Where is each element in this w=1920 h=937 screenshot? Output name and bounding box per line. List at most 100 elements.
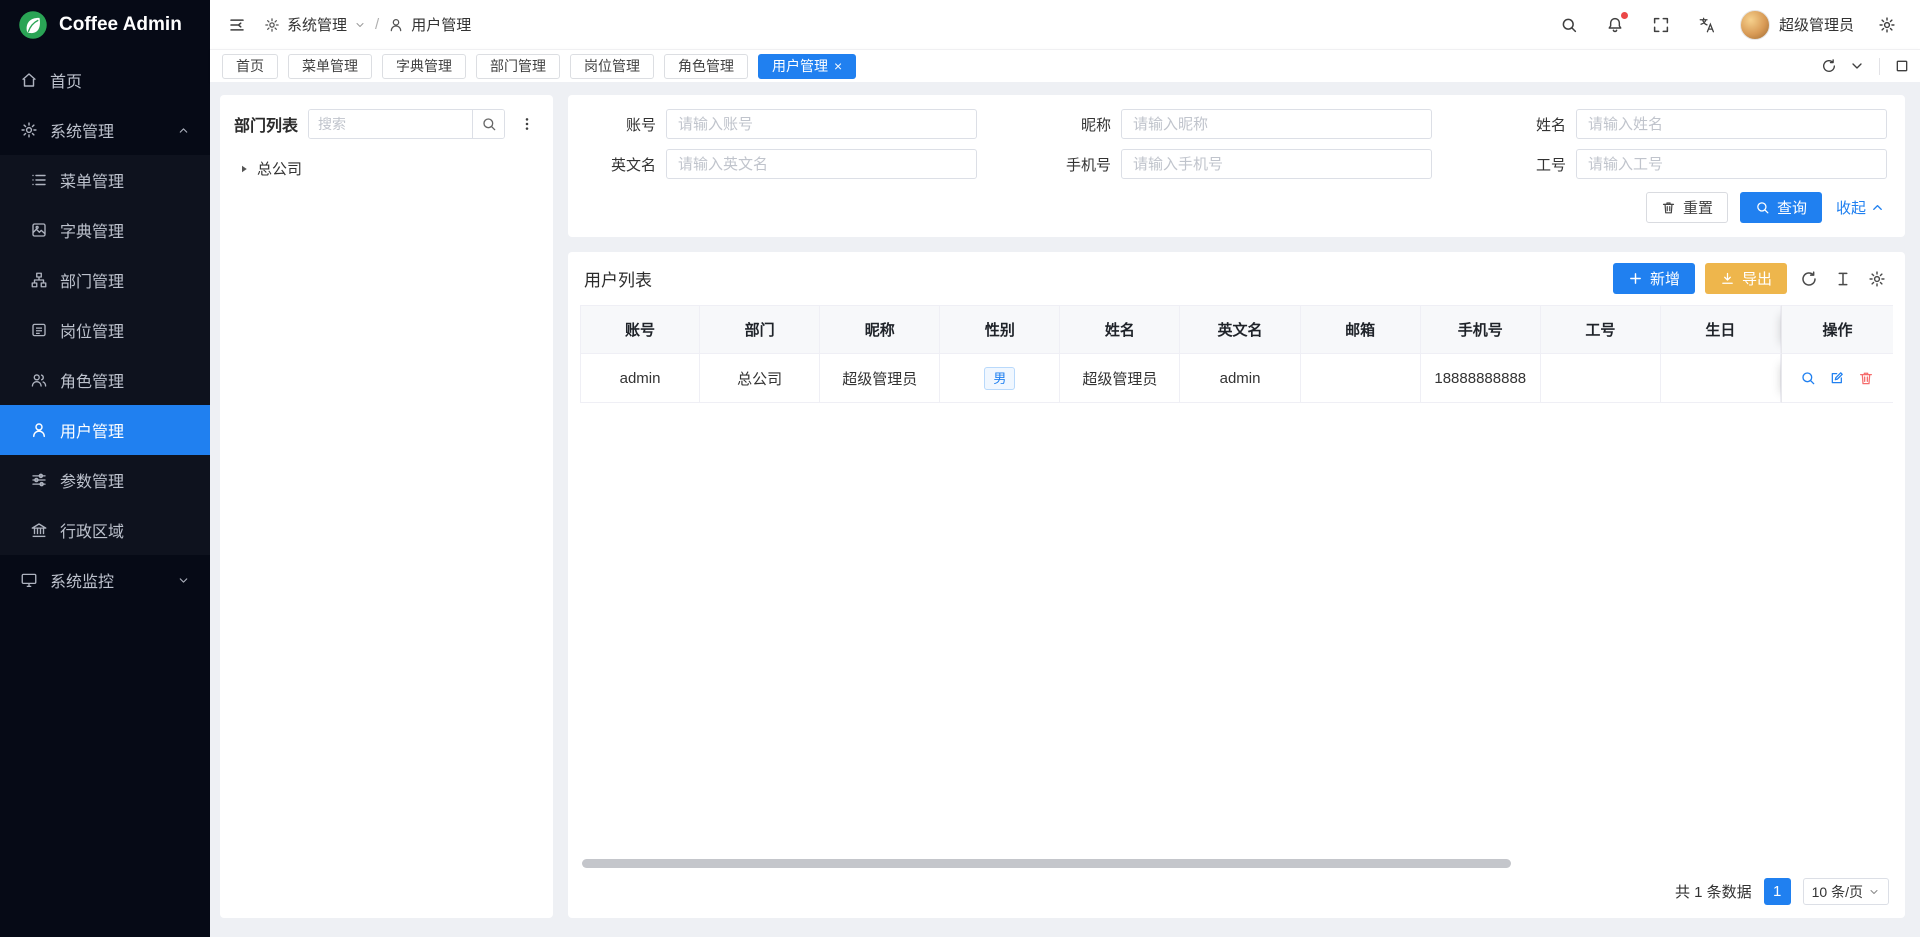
reset-button[interactable]: 重置 xyxy=(1646,192,1728,223)
sidebar-item-label: 行政区域 xyxy=(60,518,124,542)
refresh-page-button[interactable] xyxy=(1817,54,1841,78)
search-icon xyxy=(481,116,497,132)
sidebar-group-system[interactable]: 系统管理 xyxy=(0,105,210,155)
fullscreen-button[interactable] xyxy=(1648,12,1674,38)
sidebar-item-label: 岗位管理 xyxy=(60,318,124,342)
phone-input[interactable] xyxy=(1121,149,1432,179)
open-tabs: 首页 菜单管理 字典管理 部门管理 岗位管理 角色管理 用户管理 × xyxy=(222,54,1817,79)
sidebar: Coffee Admin 首页 系统管理 菜单管理 字典管理 xyxy=(0,0,210,937)
column-header[interactable]: 部门 xyxy=(700,305,820,354)
view-row-button[interactable] xyxy=(1800,370,1816,386)
field-label: 姓名 xyxy=(1492,114,1576,135)
collapse-sidebar-button[interactable] xyxy=(224,12,250,38)
sidebar-group-label: 系统管理 xyxy=(50,118,114,142)
close-icon[interactable]: × xyxy=(834,59,842,73)
app-logo[interactable]: Coffee Admin xyxy=(0,0,210,49)
sidebar-item-menu-mgmt[interactable]: 菜单管理 xyxy=(0,155,210,205)
scrollbar-thumb[interactable] xyxy=(582,859,1511,868)
sidebar-group-monitor[interactable]: 系统监控 xyxy=(0,555,210,605)
divider xyxy=(1879,58,1880,75)
language-button[interactable] xyxy=(1694,12,1720,38)
column-header-actions: 操作 xyxy=(1781,305,1893,354)
export-button[interactable]: 导出 xyxy=(1705,263,1787,294)
row-height-icon xyxy=(1834,270,1852,288)
department-panel-header: 部门列表 xyxy=(234,109,539,139)
sidebar-item-param-mgmt[interactable]: 参数管理 xyxy=(0,455,210,505)
column-header[interactable]: 生日 xyxy=(1661,305,1781,354)
nickname-input[interactable] xyxy=(1121,109,1432,139)
sidebar-item-role-mgmt[interactable]: 角色管理 xyxy=(0,355,210,405)
sidebar-item-region[interactable]: 行政区域 xyxy=(0,505,210,555)
department-search-button[interactable] xyxy=(472,110,504,138)
tab-dict-mgmt[interactable]: 字典管理 xyxy=(382,54,466,79)
sidebar-item-dict-mgmt[interactable]: 字典管理 xyxy=(0,205,210,255)
collapse-button-label: 收起 xyxy=(1836,197,1866,218)
badge-icon xyxy=(30,321,48,339)
department-panel: 部门列表 总公司 xyxy=(220,95,553,918)
sidebar-item-user-mgmt[interactable]: 用户管理 xyxy=(0,405,210,455)
sidebar-item-dept-mgmt[interactable]: 部门管理 xyxy=(0,255,210,305)
tab-list-dropdown-button[interactable] xyxy=(1845,54,1869,78)
department-panel-title: 部门列表 xyxy=(234,112,298,136)
export-button-label: 导出 xyxy=(1742,268,1772,289)
tab-label: 角色管理 xyxy=(678,56,734,76)
column-header[interactable]: 姓名 xyxy=(1060,305,1180,354)
english-name-input[interactable] xyxy=(666,149,977,179)
cell-dept: 总公司 xyxy=(700,354,820,403)
cell-gender: 男 xyxy=(940,354,1060,403)
column-header[interactable]: 账号 xyxy=(580,305,700,354)
tab-bar: 首页 菜单管理 字典管理 部门管理 岗位管理 角色管理 用户管理 × xyxy=(210,49,1920,82)
account-input[interactable] xyxy=(666,109,977,139)
collapse-form-button[interactable]: 收起 xyxy=(1834,192,1887,223)
system-submenu: 菜单管理 字典管理 部门管理 岗位管理 角色管理 xyxy=(0,155,210,555)
tab-user-mgmt[interactable]: 用户管理 × xyxy=(758,54,856,79)
name-input[interactable] xyxy=(1576,109,1887,139)
column-header[interactable]: 邮箱 xyxy=(1301,305,1421,354)
maximize-content-button[interactable] xyxy=(1890,54,1914,78)
department-search-input[interactable] xyxy=(309,110,472,138)
main-area: 系统管理 / 用户管理 xyxy=(210,0,1920,937)
sliders-icon xyxy=(30,471,48,489)
column-header[interactable]: 手机号 xyxy=(1421,305,1541,354)
tab-menu-mgmt[interactable]: 菜单管理 xyxy=(288,54,372,79)
dictionary-icon xyxy=(30,221,48,239)
tab-dept-mgmt[interactable]: 部门管理 xyxy=(476,54,560,79)
tree-node-company[interactable]: 总公司 xyxy=(234,153,539,184)
column-header[interactable]: 英文名 xyxy=(1180,305,1300,354)
user-icon xyxy=(30,421,48,439)
page-size-value: 10 条/页 xyxy=(1812,882,1863,902)
settings-button[interactable] xyxy=(1874,12,1900,38)
column-header[interactable]: 性别 xyxy=(940,305,1060,354)
search-icon xyxy=(1755,200,1770,215)
sidebar-item-label: 角色管理 xyxy=(60,368,124,392)
breadcrumb-item-system[interactable]: 系统管理 xyxy=(287,14,347,35)
add-user-button[interactable]: 新增 xyxy=(1613,263,1695,294)
department-more-button[interactable] xyxy=(515,112,539,136)
edit-row-button[interactable] xyxy=(1829,370,1845,386)
query-button[interactable]: 查询 xyxy=(1740,192,1822,223)
tab-home[interactable]: 首页 xyxy=(222,54,278,79)
row-actions xyxy=(1800,370,1874,386)
notifications-button[interactable] xyxy=(1602,12,1628,38)
delete-row-button[interactable] xyxy=(1858,370,1874,386)
tab-role-mgmt[interactable]: 角色管理 xyxy=(664,54,748,79)
gear-icon xyxy=(20,121,38,139)
refresh-table-button[interactable] xyxy=(1797,267,1821,291)
user-menu[interactable]: 超级管理员 xyxy=(1740,10,1854,40)
column-settings-button[interactable] xyxy=(1865,267,1889,291)
job-no-input[interactable] xyxy=(1576,149,1887,179)
menu-list-icon xyxy=(30,171,48,189)
sidebar-item-post-mgmt[interactable]: 岗位管理 xyxy=(0,305,210,355)
user-icon xyxy=(388,17,404,33)
page-size-select[interactable]: 10 条/页 xyxy=(1803,878,1889,905)
global-search-button[interactable] xyxy=(1556,12,1582,38)
tab-post-mgmt[interactable]: 岗位管理 xyxy=(570,54,654,79)
column-header[interactable]: 工号 xyxy=(1541,305,1661,354)
chevron-down-icon xyxy=(177,574,190,587)
column-header[interactable]: 昵称 xyxy=(820,305,940,354)
refresh-icon xyxy=(1821,58,1837,74)
org-chart-icon xyxy=(30,271,48,289)
sidebar-item-home[interactable]: 首页 xyxy=(0,55,210,105)
row-height-button[interactable] xyxy=(1831,267,1855,291)
page-1-button[interactable]: 1 xyxy=(1764,878,1791,905)
